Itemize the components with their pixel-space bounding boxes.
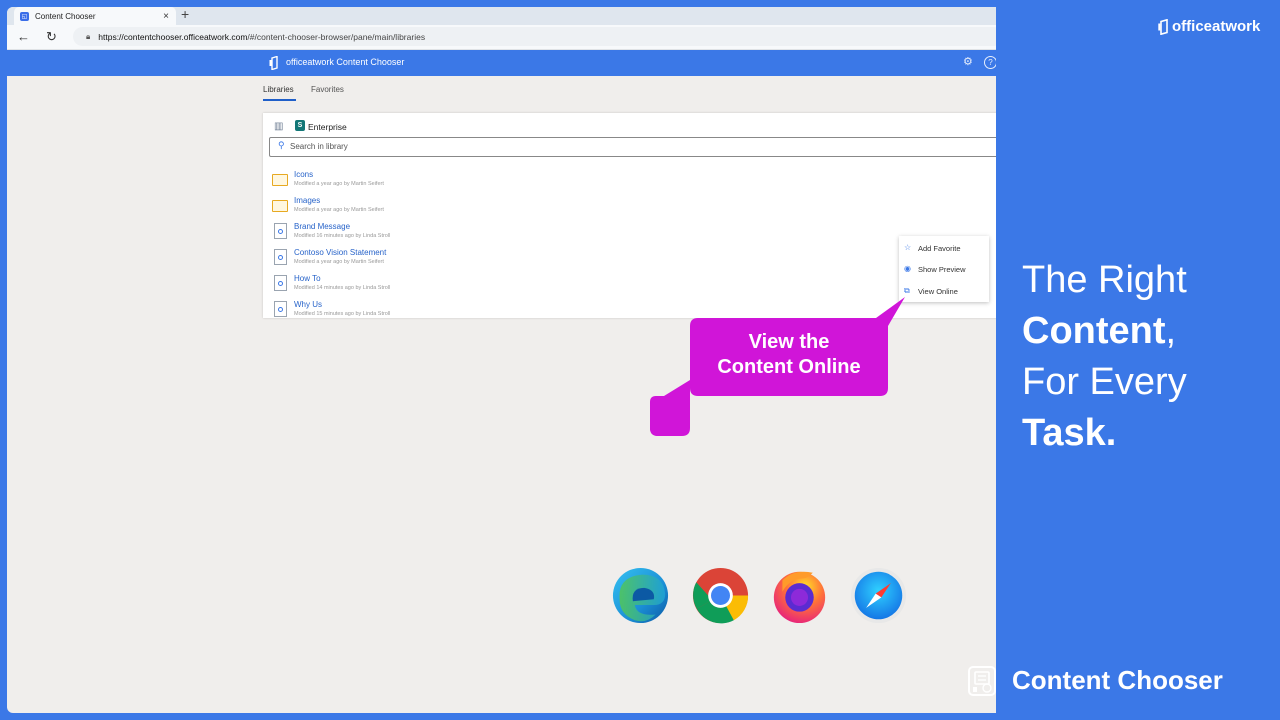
brand-logo: officeatwork: [1158, 18, 1260, 35]
search-icon: ⚲: [278, 140, 285, 150]
product-branding: Content Chooser: [968, 665, 1223, 696]
product-name: Content Chooser: [1012, 665, 1223, 695]
star-icon: ☆: [904, 243, 912, 252]
url-domain: https://contentchooser.officeatwork.com: [98, 31, 248, 42]
app-title: officeatwork Content Chooser: [286, 57, 405, 67]
document-icon: [274, 249, 287, 265]
library-books-icon[interactable]: ▥: [274, 121, 283, 132]
tagline-comma: ,: [1165, 310, 1177, 352]
menu-item-show-preview[interactable]: ◉ Show Preview: [899, 259, 989, 279]
app-header: officeatwork Content Chooser ⚙ ?: [7, 50, 996, 76]
list-item[interactable]: Contoso Vision Statement Modified a year…: [269, 247, 996, 271]
tab-favorites[interactable]: Favorites: [311, 85, 344, 94]
item-meta: Modified a year ago by Martin Seifert: [294, 259, 384, 265]
chrome-icon: [692, 567, 749, 624]
tab-strip: ◱ Content Chooser × +: [7, 7, 996, 25]
open-external-icon: ⧉: [904, 286, 910, 295]
callout-line-1: View the: [748, 331, 830, 353]
supported-browsers: [599, 556, 917, 635]
browser-toolbar: ← ↻ 🔒︎ https://contentchooser.officeatwo…: [7, 25, 996, 50]
menu-item-label: View Online: [918, 287, 958, 296]
sharepoint-icon: S: [295, 120, 305, 131]
url-path: /#/content-chooser-browser/pane/main/lib…: [247, 31, 426, 42]
item-name[interactable]: How To: [294, 274, 321, 283]
tab-libraries[interactable]: Libraries: [263, 85, 296, 101]
document-icon: [274, 301, 287, 317]
item-context-menu: ☆ Add Favorite ◉ Show Preview ⧉ View Onl…: [899, 236, 989, 302]
tab-favorites-label: Favorites: [311, 85, 344, 94]
item-meta: Modified 16 minutes ago by Linda Stroll: [294, 233, 391, 239]
back-arrow-icon[interactable]: ←: [17, 28, 30, 46]
new-tab-icon[interactable]: +: [181, 7, 189, 22]
item-name[interactable]: Icons: [294, 170, 313, 179]
menu-item-add-favorite[interactable]: ☆ Add Favorite: [899, 238, 989, 258]
reload-icon[interactable]: ↻: [46, 28, 57, 46]
tagline-line-1: The Right: [1022, 259, 1187, 301]
firefox-icon: [773, 571, 826, 624]
officeatwork-logo-icon: [1158, 18, 1168, 35]
list-item[interactable]: Why Us Modified 15 minutes ago by Linda …: [269, 299, 996, 323]
document-icon: [274, 223, 287, 239]
item-meta: Modified 14 minutes ago by Linda Stroll: [294, 285, 391, 291]
item-meta: Modified a year ago by Martin Seifert: [294, 207, 384, 213]
item-name[interactable]: Why Us: [294, 300, 322, 309]
browser-tab[interactable]: ◱ Content Chooser ×: [14, 7, 176, 25]
document-icon: [274, 275, 287, 291]
callout-text: View the Content Online: [690, 330, 888, 380]
safari-icon: [850, 567, 907, 624]
menu-item-view-online[interactable]: ⧉ View Online: [899, 281, 989, 301]
browser-tab-title: Content Chooser: [35, 11, 96, 21]
folder-icon: [272, 200, 288, 212]
tab-libraries-label: Libraries: [263, 85, 294, 94]
list-item[interactable]: How To Modified 14 minutes ago by Linda …: [269, 273, 996, 297]
app-favicon-icon: ◱: [20, 11, 29, 21]
active-tab-underline: [263, 99, 296, 101]
tagline: The Right Content, For Every Task.: [1022, 255, 1187, 459]
close-tab-icon[interactable]: ×: [160, 11, 172, 22]
tagline-content-word: Content: [1022, 310, 1166, 352]
menu-item-label: Show Preview: [918, 265, 966, 274]
library-name: Enterprise: [308, 122, 347, 132]
menu-item-label: Add Favorite: [918, 244, 961, 253]
callout-line-2: Content Online: [717, 356, 861, 378]
list-item[interactable]: Images Modified a year ago by Martin Sei…: [269, 195, 996, 219]
settings-gear-icon[interactable]: ⚙: [963, 55, 973, 68]
content-chooser-icon: [968, 665, 996, 696]
folder-icon: [272, 174, 288, 186]
address-bar[interactable]: 🔒︎ https://contentchooser.officeatwork.c…: [73, 27, 996, 46]
library-panel: ▥ S Enterprise ⋮ ⚲ Icons Modified a year…: [263, 113, 996, 318]
item-name[interactable]: Images: [294, 196, 320, 205]
officeatwork-logo-icon: [269, 56, 278, 70]
tagline-line-3: For Every: [1022, 361, 1187, 403]
item-name[interactable]: Contoso Vision Statement: [294, 248, 386, 257]
library-search[interactable]: ⚲: [269, 137, 996, 157]
item-meta: Modified 15 minutes ago by Linda Stroll: [294, 311, 391, 317]
edge-icon: [612, 567, 669, 624]
item-meta: Modified a year ago by Martin Seifert: [294, 181, 384, 187]
tagline-task-word: Task.: [1022, 412, 1117, 454]
eye-icon: ◉: [904, 264, 911, 273]
help-icon[interactable]: ?: [984, 56, 996, 69]
search-input[interactable]: [290, 139, 890, 154]
lock-icon: 🔒︎: [86, 31, 91, 41]
promo-slide: ◱ Content Chooser × + ← ↻ 🔒︎ https://con…: [0, 0, 1280, 720]
list-item[interactable]: Brand Message Modified 16 minutes ago by…: [269, 221, 996, 245]
item-name[interactable]: Brand Message: [294, 222, 350, 231]
brand-name: officeatwork: [1172, 18, 1261, 35]
list-item[interactable]: Icons Modified a year ago by Martin Seif…: [269, 169, 996, 193]
